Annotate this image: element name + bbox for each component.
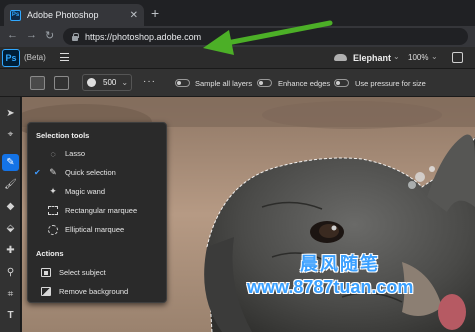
clone-stamp-tool-icon[interactable]: ⚲ xyxy=(2,264,19,281)
photoshop-favicon-icon: Ps xyxy=(10,9,21,21)
select-subject-button[interactable]: Select subject xyxy=(28,264,166,281)
lock-icon xyxy=(71,32,79,41)
type-tool-icon[interactable]: T xyxy=(2,307,19,324)
address-bar[interactable]: https://photoshop.adobe.com xyxy=(63,28,468,45)
document-name[interactable]: Elephant xyxy=(353,53,391,63)
share-icon[interactable] xyxy=(452,52,463,63)
tool-bar: ➤ ⌖ ✎ 🖌 ◆ ⬙ ✚ ⚲ ⌗ T xyxy=(0,97,21,332)
cloud-icon xyxy=(334,54,347,61)
ellipse-marquee-icon xyxy=(47,224,59,236)
menu-icon[interactable] xyxy=(60,53,69,61)
eraser-tool-icon[interactable]: ◆ xyxy=(2,198,19,215)
healing-tool-icon[interactable]: ✚ xyxy=(2,242,19,259)
remove-background-button[interactable]: Remove background xyxy=(28,283,166,300)
checkmark-icon: ✔ xyxy=(34,168,41,177)
lasso-icon: ◌ xyxy=(50,148,56,159)
flyout-item-magic-wand[interactable]: ✦ Magic wand xyxy=(28,183,166,200)
use-pressure-label: Use pressure for size xyxy=(355,79,426,88)
sample-all-layers-toggle[interactable] xyxy=(175,79,190,87)
magic-wand-icon: ✦ xyxy=(49,186,57,196)
tab-close-icon[interactable]: ✕ xyxy=(130,10,138,21)
lasso-tool-icon[interactable]: ⌖ xyxy=(2,126,19,143)
flyout-item-label: Lasso xyxy=(65,149,86,158)
flyout-item-lasso[interactable]: ◌ Lasso xyxy=(28,145,166,162)
zoom-level[interactable]: 100% xyxy=(408,53,428,62)
sample-all-layers-label: Sample all layers xyxy=(195,79,253,88)
options-bar: 500 ⌄ ··· Sample all layers Enhance edge… xyxy=(0,69,475,97)
watermark-url: www.8787tuan.com xyxy=(247,277,414,297)
rect-marquee-icon xyxy=(47,205,59,217)
reload-icon[interactable]: ↻ xyxy=(45,29,54,42)
chevron-down-icon: ⌄ xyxy=(121,78,129,87)
flyout-item-label: Magic wand xyxy=(65,187,106,196)
flyout-item-quick-selection[interactable]: ✔ ✎ Quick selection xyxy=(28,164,166,181)
paint-bucket-tool-icon[interactable]: ⬙ xyxy=(2,220,19,237)
brush-tool-icon[interactable]: 🖌 xyxy=(2,176,19,193)
browser-tab[interactable]: Ps Adobe Photoshop ✕ xyxy=(4,4,144,26)
flyout-heading: Selection tools xyxy=(36,131,90,140)
photoshop-logo[interactable]: Ps xyxy=(2,49,20,67)
app-window: Ps Adobe Photoshop ✕ + ← → ↻ https://pho… xyxy=(0,0,475,332)
quick-selection-tool-icon[interactable]: ✎ xyxy=(2,154,19,171)
chevron-down-icon[interactable]: ⌄ xyxy=(431,52,438,61)
use-pressure-toggle[interactable] xyxy=(334,79,349,87)
url-text: https://photoshop.adobe.com xyxy=(85,31,202,42)
remove-background-icon xyxy=(40,286,52,298)
beta-label: (Beta) xyxy=(24,53,46,62)
quick-selection-icon: ✎ xyxy=(49,167,57,177)
flyout-item-label: Elliptical marquee xyxy=(65,225,125,234)
flyout-item-label: Quick selection xyxy=(65,168,116,177)
new-selection-icon[interactable] xyxy=(30,76,45,90)
brush-tip-icon xyxy=(87,78,96,87)
move-tool-icon[interactable]: ➤ xyxy=(2,105,19,122)
chevron-down-icon[interactable]: ⌄ xyxy=(393,52,400,61)
enhance-edges-toggle[interactable] xyxy=(257,79,272,87)
flyout-item-ellipse-marquee[interactable]: Elliptical marquee xyxy=(28,221,166,238)
add-to-selection-icon[interactable] xyxy=(54,76,69,90)
brush-size-picker[interactable]: 500 ⌄ xyxy=(82,74,132,91)
new-tab-icon[interactable]: + xyxy=(151,6,159,20)
flyout-item-rect-marquee[interactable]: Rectangular marquee xyxy=(28,202,166,219)
brush-size-value: 500 xyxy=(103,78,117,87)
tab-title: Adobe Photoshop xyxy=(27,10,99,20)
flyout-item-label: Rectangular marquee xyxy=(65,206,138,215)
enhance-edges-label: Enhance edges xyxy=(278,79,331,88)
selection-tools-flyout: Selection tools ◌ Lasso ✔ ✎ Quick select… xyxy=(27,122,167,303)
app-header: Ps (Beta) Elephant ⌄ 100% ⌄ xyxy=(0,47,475,69)
forward-icon[interactable]: → xyxy=(26,29,37,41)
browser-toolbar: ← → ↻ https://photoshop.adobe.com xyxy=(0,26,475,47)
select-subject-icon xyxy=(40,267,52,279)
back-icon[interactable]: ← xyxy=(7,29,18,41)
action-label: Remove background xyxy=(59,287,129,296)
more-options-icon[interactable]: ··· xyxy=(143,77,156,87)
browser-tab-strip: Ps Adobe Photoshop ✕ + xyxy=(0,0,475,26)
action-label: Select subject xyxy=(59,268,106,277)
crop-tool-icon[interactable]: ⌗ xyxy=(2,286,19,303)
watermark-title: 晨风随笔 xyxy=(300,254,380,274)
actions-heading: Actions xyxy=(36,249,64,258)
